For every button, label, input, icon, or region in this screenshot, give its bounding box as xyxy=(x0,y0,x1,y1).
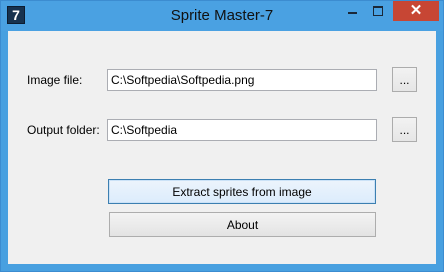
close-button[interactable]: ✕ xyxy=(393,1,439,21)
image-file-input[interactable]: C:\Softpedia\Softpedia.png xyxy=(107,69,377,91)
app-window: 7 Sprite Master-7 ✕ Image file: C:\Softp… xyxy=(0,0,444,272)
extract-sprites-button[interactable]: Extract sprites from image xyxy=(108,179,376,204)
browse-folder-button[interactable]: ... xyxy=(392,117,417,142)
about-button[interactable]: About xyxy=(109,212,376,237)
image-file-label: Image file: xyxy=(27,73,83,87)
minimize-icon xyxy=(347,12,357,14)
maximize-icon xyxy=(373,6,383,16)
output-folder-input[interactable]: C:\Softpedia xyxy=(107,119,377,141)
minimize-button[interactable] xyxy=(339,1,365,21)
title-bar[interactable]: 7 Sprite Master-7 ✕ xyxy=(1,1,443,31)
output-folder-label: Output folder: xyxy=(27,123,100,137)
close-icon: ✕ xyxy=(409,2,423,19)
maximize-button[interactable] xyxy=(365,1,391,21)
browse-image-button[interactable]: ... xyxy=(392,67,417,92)
client-area: Image file: C:\Softpedia\Softpedia.png .… xyxy=(8,31,436,264)
